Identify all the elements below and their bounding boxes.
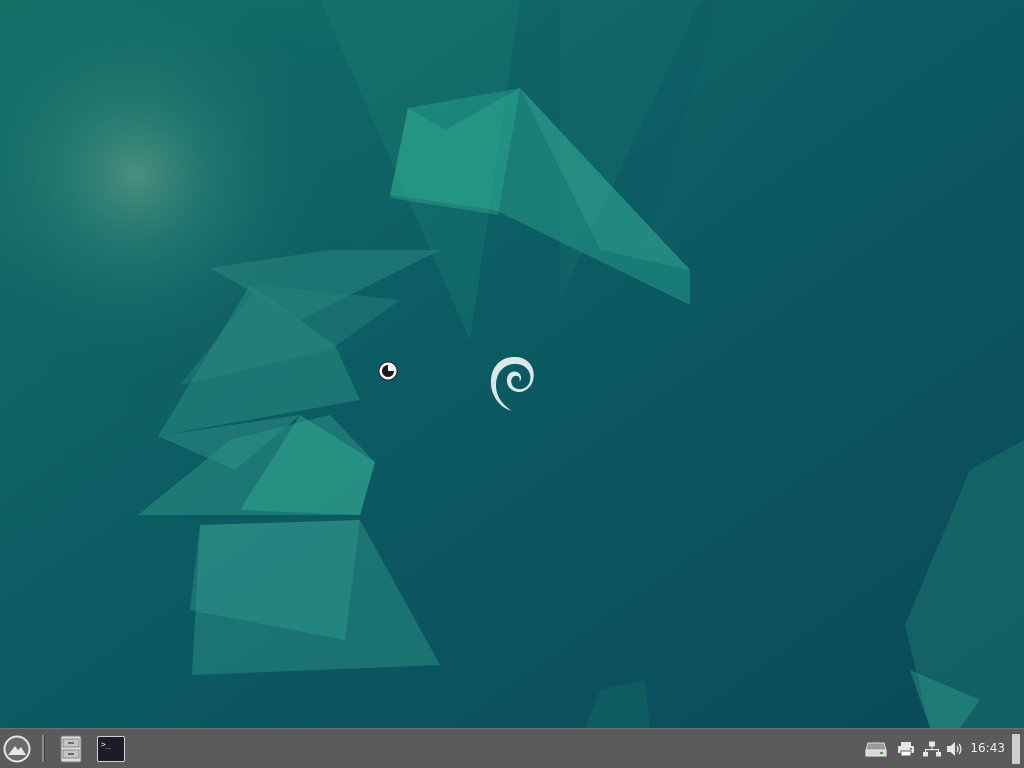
tray-printer-icon[interactable]	[894, 729, 918, 768]
network-wired-icon	[923, 741, 941, 756]
speaker-icon	[947, 741, 962, 756]
tray-disk-icon[interactable]	[864, 729, 888, 768]
taskbar-separator	[42, 735, 45, 762]
file-cabinet-icon	[60, 735, 82, 762]
applications-menu-button[interactable]	[0, 729, 34, 768]
terminal-icon: >_	[97, 735, 125, 762]
desktop[interactable]	[0, 0, 1024, 728]
tray-network-icon[interactable]	[920, 729, 944, 768]
show-desktop-button[interactable]	[1012, 734, 1020, 764]
busy-cursor-icon	[378, 361, 398, 381]
debian-swirl-logo	[490, 356, 534, 411]
tray-volume-icon[interactable]	[944, 729, 966, 768]
removable-drive-icon	[865, 742, 887, 756]
file-manager-launcher[interactable]	[56, 729, 86, 768]
terminal-prompt: >_	[101, 740, 111, 749]
clock[interactable]: 16:43	[970, 729, 1005, 768]
taskbar: >_ 16:43	[0, 728, 1024, 768]
terminal-launcher[interactable]: >_	[94, 729, 128, 768]
printer-icon	[898, 741, 914, 756]
whisker-menu-icon	[3, 735, 31, 762]
